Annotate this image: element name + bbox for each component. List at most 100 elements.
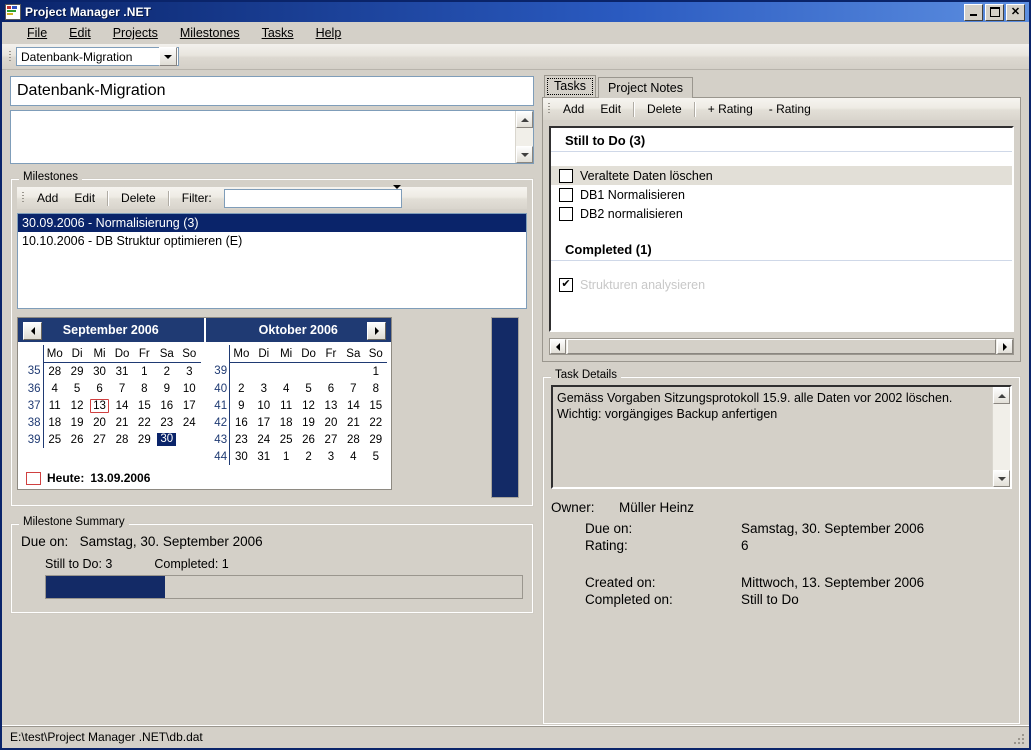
calendar-day-cell[interactable]: 4	[342, 448, 364, 465]
calendar-day-cell[interactable]: 5	[365, 448, 387, 465]
calendar-day-cell[interactable]: 10	[253, 397, 275, 414]
calendar-prev-icon[interactable]	[23, 322, 42, 340]
calendar-day-cell[interactable]: 1	[365, 363, 387, 381]
menu-item-file[interactable]: File	[16, 23, 58, 43]
scroll-left-icon[interactable]	[550, 339, 566, 354]
calendar-next-icon[interactable]	[367, 322, 386, 340]
chevron-down-icon[interactable]	[392, 185, 401, 207]
calendar-day-cell[interactable]: 29	[365, 431, 387, 448]
scroll-down-icon[interactable]	[993, 470, 1010, 487]
task-delete-button[interactable]: Delete	[639, 99, 690, 119]
calendar-day-cell[interactable]: 30	[155, 431, 178, 448]
calendar-day-cell[interactable]: 1	[275, 448, 297, 465]
calendar-day-cell[interactable]: 23	[155, 414, 178, 431]
project-description-text[interactable]	[11, 111, 515, 163]
calendar-day-cell[interactable]: 15	[133, 397, 155, 414]
calendar-day-cell[interactable]: 13	[88, 397, 111, 414]
task-notes-area[interactable]: Gemäss Vorgaben Sitzungsprotokoll 15.9. …	[551, 385, 1012, 489]
calendar-day-cell[interactable]: 5	[297, 380, 319, 397]
calendar-day-cell[interactable]: 16	[155, 397, 178, 414]
calendar-day-cell[interactable]: 30	[230, 448, 253, 465]
milestone-add-button[interactable]: Add	[29, 188, 66, 208]
calendar-day-cell[interactable]: 17	[178, 397, 200, 414]
calendar-day-cell[interactable]: 11	[43, 397, 66, 414]
calendar-day-cell[interactable]: 24	[253, 431, 275, 448]
task-item[interactable]: DB2 normalisieren	[551, 204, 1012, 223]
task-checkbox[interactable]	[559, 168, 573, 183]
calendar-day-cell[interactable]: 17	[253, 414, 275, 431]
calendar-day-cell[interactable]: 28	[43, 363, 66, 381]
task-item[interactable]: Strukturen analysieren	[551, 275, 1012, 294]
list-item[interactable]: 10.10.2006 - DB Struktur optimieren (E)	[18, 232, 526, 250]
tasks-list[interactable]: Still to Do (3) Veraltete Daten löschen …	[549, 126, 1014, 332]
scrollbar-thumb[interactable]	[567, 339, 996, 354]
calendar-day-cell[interactable]: 25	[275, 431, 297, 448]
calendar-day-cell[interactable]: 31	[253, 448, 275, 465]
calendar-day-cell[interactable]: 1	[133, 363, 155, 381]
calendar-day-cell[interactable]: 12	[66, 397, 88, 414]
calendar-day-cell[interactable]: 2	[155, 363, 178, 381]
calendar-day-cell[interactable]: 7	[342, 380, 364, 397]
chevron-down-icon[interactable]	[159, 47, 177, 66]
calendar-day-cell[interactable]: 25	[43, 431, 66, 448]
milestone-progress-indicator[interactable]	[491, 317, 519, 498]
task-edit-button[interactable]: Edit	[592, 99, 629, 119]
calendar-day-cell[interactable]: 19	[66, 414, 88, 431]
calendar-day-cell[interactable]: 28	[342, 431, 364, 448]
milestone-edit-button[interactable]: Edit	[66, 188, 103, 208]
menu-item-milestones[interactable]: Milestones	[169, 23, 251, 43]
calendar-day-cell[interactable]: 26	[66, 431, 88, 448]
calendar-day-cell[interactable]: 20	[88, 414, 111, 431]
calendar-day-cell[interactable]: 20	[320, 414, 342, 431]
calendar-day-cell[interactable]: 9	[155, 380, 178, 397]
calendar-day-cell[interactable]: 24	[178, 414, 200, 431]
calendar-day-cell[interactable]: 4	[275, 380, 297, 397]
tab-tasks[interactable]: Tasks	[544, 75, 596, 97]
milestone-delete-button[interactable]: Delete	[113, 188, 164, 208]
calendar-day-cell[interactable]: 13	[320, 397, 342, 414]
calendar-day-cell[interactable]: 11	[275, 397, 297, 414]
calendar-day-cell[interactable]: 28	[111, 431, 133, 448]
calendar-day-cell[interactable]: 27	[320, 431, 342, 448]
calendar-day-cell[interactable]: 14	[342, 397, 364, 414]
calendar-day-cell[interactable]: 26	[297, 431, 319, 448]
minimize-button[interactable]	[964, 3, 983, 21]
task-item[interactable]: Veraltete Daten löschen	[551, 166, 1012, 185]
menu-item-edit[interactable]: Edit	[58, 23, 102, 43]
calendar-day-cell[interactable]: 29	[66, 363, 88, 381]
calendar-day-cell[interactable]: 3	[253, 380, 275, 397]
calendar-day-cell[interactable]: 27	[88, 431, 111, 448]
project-description-area[interactable]	[10, 110, 534, 164]
scroll-up-icon[interactable]	[516, 111, 533, 128]
calendar-day-cell[interactable]: 21	[111, 414, 133, 431]
scroll-up-icon[interactable]	[993, 387, 1010, 404]
tab-project-notes[interactable]: Project Notes	[597, 77, 693, 98]
task-checkbox[interactable]	[559, 187, 573, 202]
scroll-down-icon[interactable]	[516, 146, 533, 163]
calendar-day-cell[interactable]: 8	[133, 380, 155, 397]
task-add-button[interactable]: Add	[555, 99, 592, 119]
calendar-day-cell[interactable]: 19	[297, 414, 319, 431]
resize-grip-icon[interactable]	[1014, 734, 1026, 746]
project-name-input[interactable]: Datenbank-Migration	[10, 76, 534, 106]
calendar-day-cell[interactable]: 8	[365, 380, 387, 397]
task-minus-rating-button[interactable]: - Rating	[761, 99, 819, 119]
milestones-listbox[interactable]: 30.09.2006 - Normalisierung (3) 10.10.20…	[17, 213, 527, 309]
calendar-day-cell[interactable]: 15	[365, 397, 387, 414]
task-checkbox[interactable]	[559, 206, 573, 221]
milestone-filter-combo[interactable]	[223, 185, 402, 208]
calendar-day-cell[interactable]: 10	[178, 380, 200, 397]
menu-item-projects[interactable]: Projects	[102, 23, 169, 43]
calendar-day-cell[interactable]: 22	[365, 414, 387, 431]
task-item[interactable]: DB1 Normalisieren	[551, 185, 1012, 204]
calendar-day-cell[interactable]: 9	[230, 397, 253, 414]
task-checkbox[interactable]	[559, 277, 573, 292]
calendar-day-cell[interactable]: 12	[297, 397, 319, 414]
calendar-day-cell[interactable]: 5	[66, 380, 88, 397]
task-plus-rating-button[interactable]: + Rating	[700, 99, 761, 119]
tasks-horizontal-scrollbar[interactable]	[549, 338, 1014, 355]
project-description-scrollbar[interactable]	[515, 111, 533, 163]
calendar-day-cell[interactable]: 7	[111, 380, 133, 397]
calendar-day-cell[interactable]: 4	[43, 380, 66, 397]
menu-item-help[interactable]: Help	[305, 23, 353, 43]
